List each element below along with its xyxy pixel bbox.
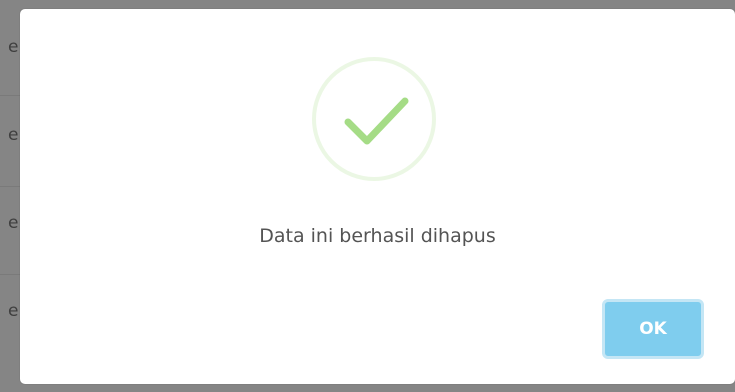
- ok-button[interactable]: OK: [602, 299, 704, 359]
- success-check-icon: [312, 57, 436, 181]
- success-dialog: Data ini berhasil dihapus OK: [20, 9, 735, 384]
- check-mark-icon: [344, 97, 409, 145]
- dialog-message: Data ini berhasil dihapus: [259, 225, 496, 247]
